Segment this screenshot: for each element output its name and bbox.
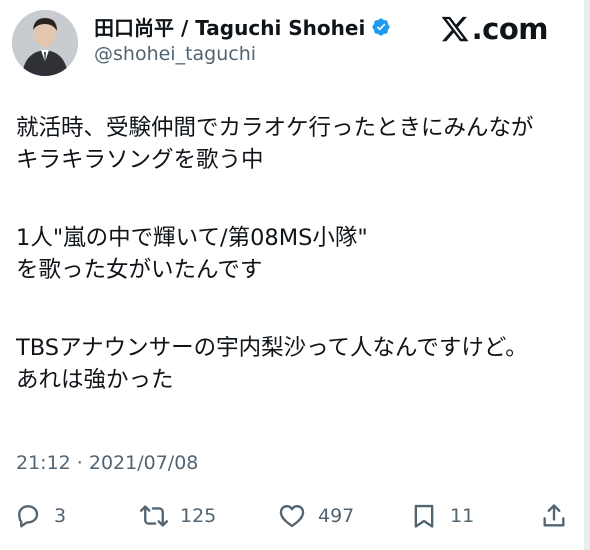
tweet-line: 1人"嵐の中で輝いて/第08MS小隊" xyxy=(16,225,368,251)
share-button[interactable] xyxy=(540,496,568,536)
tweet-text: 就活時、受験仲間でカラオケ行ったときにみんなが キラキラソングを歌う中 1人"嵐… xyxy=(16,112,572,396)
like-button[interactable]: 497 xyxy=(278,496,354,536)
reply-button[interactable]: 3 xyxy=(14,496,66,536)
bookmark-button[interactable]: 11 xyxy=(410,496,474,536)
verified-badge-icon xyxy=(371,17,391,37)
brand-logo[interactable]: .com xyxy=(440,12,549,46)
tweet-line: を歌った女がいたんです xyxy=(16,257,263,283)
tweet-line: TBSアナウンサーの宇内梨沙って人なんですけど。 xyxy=(16,335,528,361)
user-handle[interactable]: @shohei_taguchi xyxy=(94,43,256,65)
reply-icon xyxy=(18,505,39,528)
tweet-timestamp[interactable]: 21:12 · 2021/07/08 xyxy=(16,452,198,474)
x-logo-icon xyxy=(441,16,469,42)
heart-icon xyxy=(279,505,305,528)
author-name-row: 田口尚平 / Taguchi Shohei xyxy=(94,12,391,41)
tweet-card: 田口尚平 / Taguchi Shohei @shohei_taguchi .c… xyxy=(0,0,584,550)
tweet-line: キラキラソングを歌う中 xyxy=(16,147,264,173)
right-edge-border xyxy=(584,0,590,550)
bookmark-count: 11 xyxy=(450,505,475,527)
tweet-line: 就活時、受験仲間でカラオケ行ったときにみんなが xyxy=(16,115,534,141)
retweet-icon xyxy=(140,505,168,527)
tweet-line: あれは強かった xyxy=(16,367,174,393)
display-name[interactable]: 田口尚平 / Taguchi Shohei xyxy=(94,12,365,41)
bookmark-icon xyxy=(414,504,434,528)
reply-count: 3 xyxy=(54,505,67,527)
share-icon xyxy=(543,504,565,527)
action-bar: 3 125 497 11 xyxy=(0,496,584,536)
like-count: 497 xyxy=(318,505,355,527)
retweet-count: 125 xyxy=(180,505,217,527)
brand-domain-text: .com xyxy=(471,12,549,46)
retweet-button[interactable]: 125 xyxy=(140,496,216,536)
avatar[interactable] xyxy=(12,10,78,76)
avatar-photo xyxy=(12,10,78,76)
